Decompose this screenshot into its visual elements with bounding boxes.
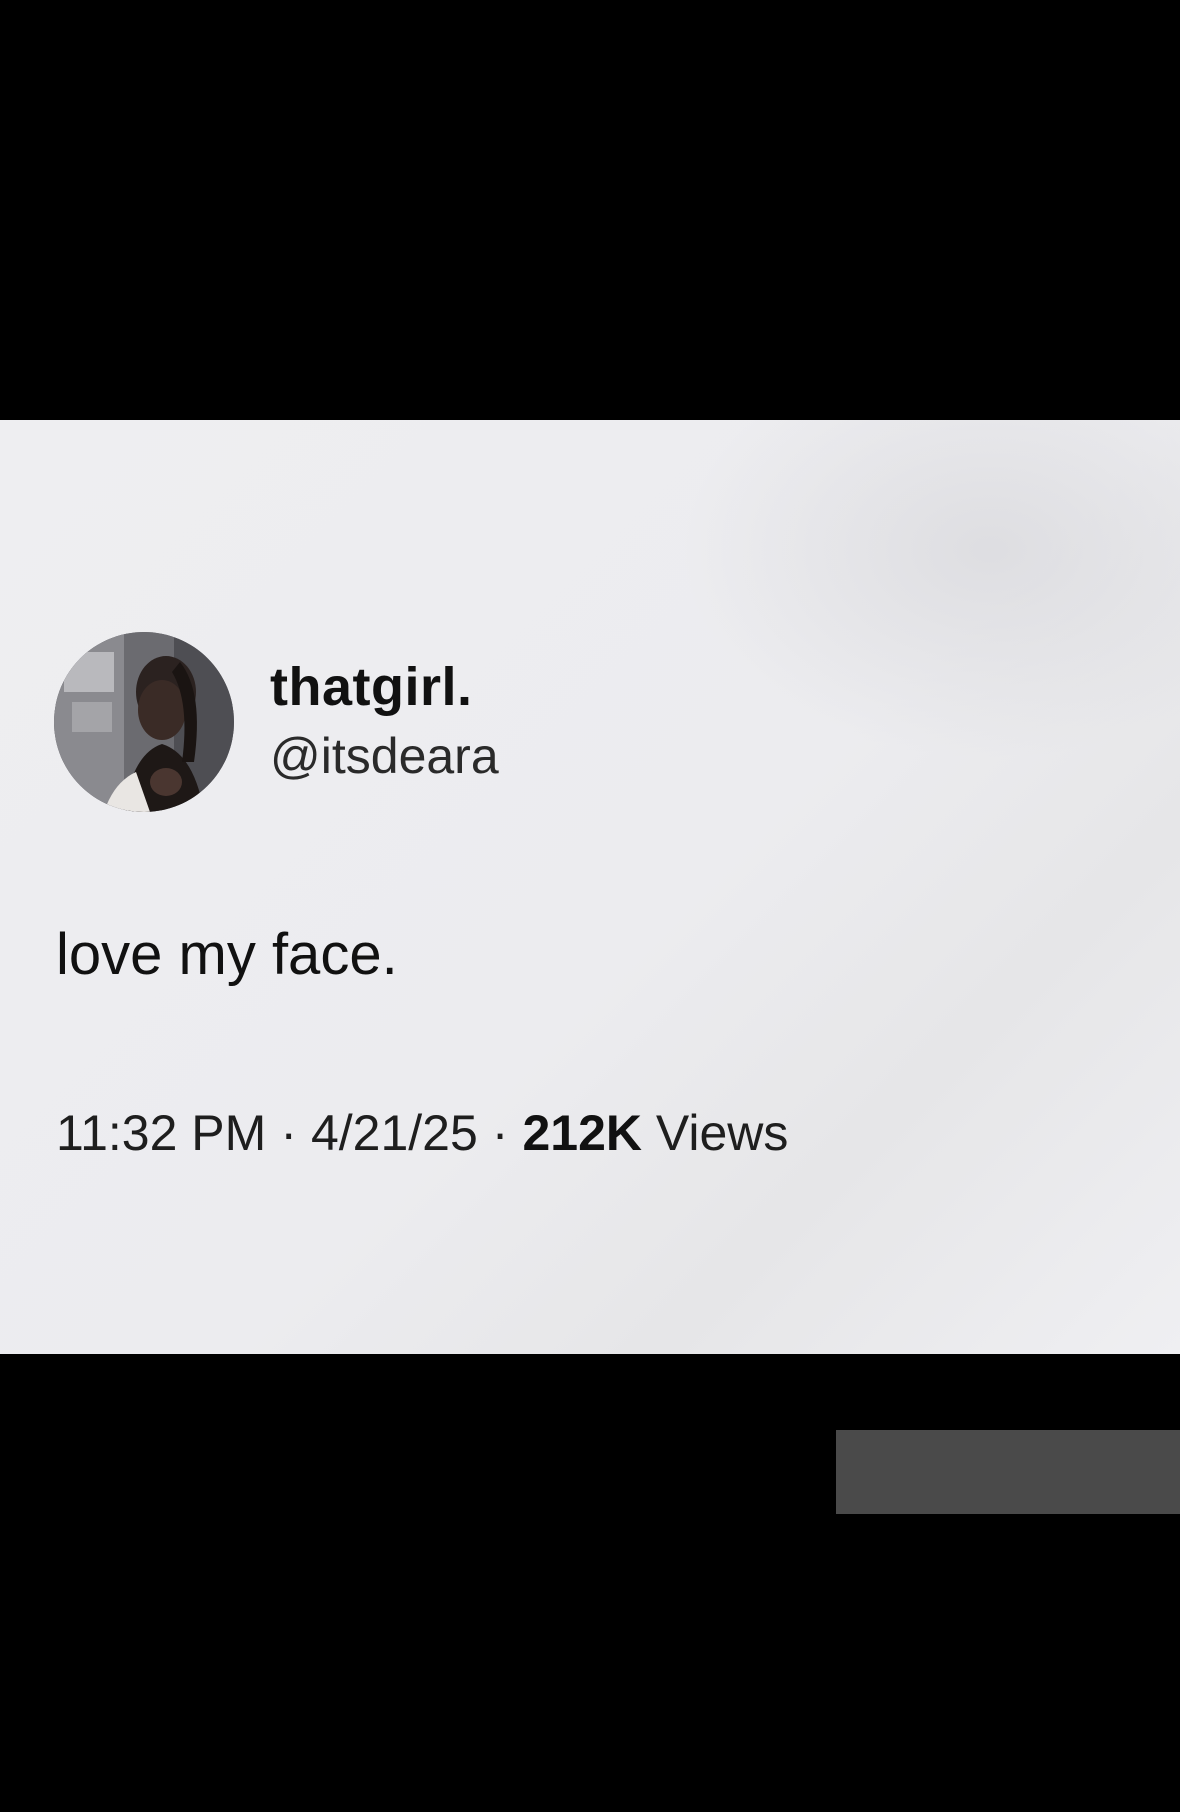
tweet-text: love my face. (56, 922, 398, 987)
gray-bar (836, 1430, 1180, 1514)
tweet-date[interactable]: 4/21/25 (311, 1105, 478, 1161)
views-label: Views (655, 1105, 789, 1161)
username-handle[interactable]: @itsdeara (270, 724, 499, 788)
tweet-meta: 11:32 PM · 4/21/25 · 212K Views (56, 1102, 788, 1164)
avatar[interactable] (54, 632, 234, 812)
screen: thatgirl. @itsdeara love my face. 11:32 … (0, 0, 1180, 1812)
tweet-time[interactable]: 11:32 PM (56, 1105, 266, 1161)
avatar-photo (54, 632, 234, 812)
tweet-card: thatgirl. @itsdeara love my face. 11:32 … (0, 420, 1180, 1354)
tweet-author: thatgirl. @itsdeara (54, 632, 499, 812)
display-name[interactable]: thatgirl. (270, 656, 499, 718)
meta-separator: · (280, 1105, 297, 1161)
meta-separator: · (491, 1105, 509, 1161)
views-count: 212K (522, 1105, 642, 1161)
author-names: thatgirl. @itsdeara (270, 656, 499, 788)
